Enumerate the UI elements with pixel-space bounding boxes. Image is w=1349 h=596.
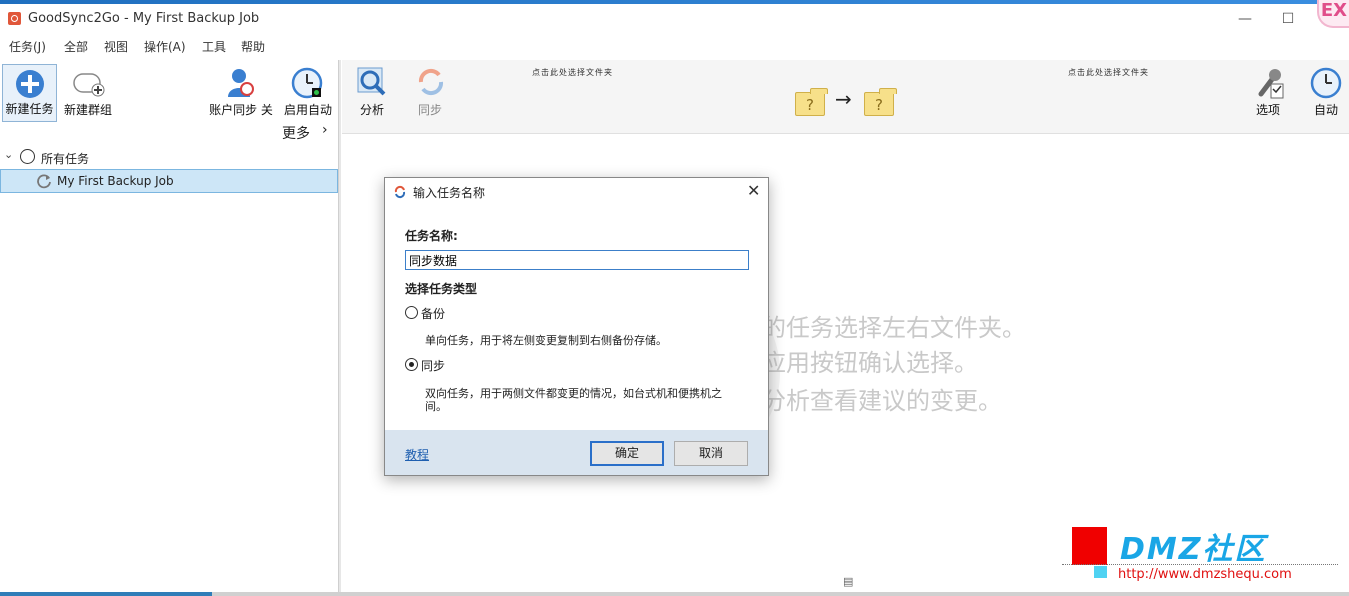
dialog-title: 输入任务名称 — [413, 186, 486, 200]
new-group-icon — [73, 73, 105, 97]
sync-description-line-1: 双向任务，用于两侧文件都变更的情况，如台式机和便携机之 — [425, 387, 722, 400]
left-folder-icon[interactable]: ? — [795, 88, 828, 116]
menu-task[interactable]: 任务(J) — [9, 38, 46, 55]
new-job-label: 新建任务 — [5, 102, 54, 116]
log-panel-icon[interactable]: ▤ — [843, 575, 853, 588]
options-label: 选项 — [1255, 103, 1280, 117]
job-name-label: My First Backup Job — [57, 174, 174, 188]
analyze-button[interactable]: 分析 — [352, 64, 392, 122]
backup-radio-label[interactable]: 备份 — [421, 305, 445, 322]
cancel-button[interactable]: 取消 — [674, 441, 748, 466]
tree-all-jobs[interactable]: ⌄ 所有任务 — [0, 146, 338, 170]
plus-circle-icon — [16, 70, 44, 98]
all-jobs-label: 所有任务 — [41, 152, 90, 166]
maximize-button[interactable]: ☐ — [1278, 10, 1298, 28]
watermark-brand: DMZ社区 — [1120, 532, 1267, 567]
close-icon[interactable]: ✕ — [747, 181, 760, 200]
pane-splitter[interactable] — [338, 60, 341, 596]
task-name-label: 任务名称: — [405, 229, 458, 243]
sync-radio-label[interactable]: 同步 — [421, 357, 445, 374]
new-group-label: 新建群组 — [63, 103, 112, 117]
app-icon — [8, 12, 21, 25]
new-job-button[interactable]: 新建任务 — [2, 64, 57, 122]
auto-start-button[interactable]: 启用自动 — [280, 64, 336, 122]
task-name-input[interactable] — [405, 250, 749, 270]
backup-description: 单向任务，用于将左侧变更复制到右侧备份存储。 — [425, 334, 667, 347]
sync-button[interactable]: 同步 — [410, 64, 450, 122]
account-sync-label: 账户同步 关 — [209, 103, 273, 117]
right-folder-hint[interactable]: 点击此处选择文件夹 — [1068, 67, 1149, 78]
dialog-footer: 教程 确定 取消 — [385, 430, 768, 475]
clock-icon — [291, 67, 323, 99]
menu-view[interactable]: 视图 — [104, 38, 128, 55]
left-folder-hint[interactable]: 点击此处选择文件夹 — [532, 67, 613, 78]
right-folder-icon[interactable]: ? — [864, 88, 897, 116]
window-title: GoodSync2Go - My First Backup Job — [28, 11, 260, 26]
group-circle-icon — [20, 149, 35, 164]
job-tree: ⌄ 所有任务 My First Backup Job — [0, 142, 338, 592]
bg-hint-line-2: 应用按钮确认选择。 — [762, 349, 978, 377]
minimize-button[interactable]: — — [1235, 10, 1255, 28]
account-sync-button[interactable]: 账户同步 关 — [206, 64, 276, 122]
auto-clock-icon — [1310, 67, 1342, 99]
title-bar: GoodSync2Go - My First Backup Job — ☐ — [0, 4, 1349, 34]
tutorial-link[interactable]: 教程 — [405, 446, 429, 463]
auto-label: 自动 — [1313, 103, 1338, 117]
options-button[interactable]: 选项 — [1248, 64, 1288, 122]
backup-radio[interactable] — [405, 306, 418, 319]
new-group-button[interactable]: 新建群组 — [60, 64, 116, 122]
analyze-label: 分析 — [359, 103, 384, 117]
auto-start-label: 启用自动 — [283, 103, 332, 117]
ok-button[interactable]: 确定 — [590, 441, 664, 466]
arrow-right-icon: → — [835, 87, 852, 111]
task-type-label: 选择任务类型 — [405, 282, 478, 296]
watermark-url: http://www.dmzshequ.com — [1118, 567, 1292, 582]
dialog-title-bar: 输入任务名称 ✕ — [385, 178, 768, 206]
bg-hint-line-3: 分析查看建议的变更。 — [762, 387, 1002, 415]
chevron-right-icon[interactable]: › — [322, 122, 328, 138]
ex-badge: EX — [1317, 0, 1349, 28]
tree-job-row[interactable]: My First Backup Job — [0, 169, 338, 193]
sync-arrows-icon — [418, 68, 444, 96]
sync-description-line-2: 间。 — [425, 400, 447, 413]
bg-hint-line-1: 的任务选择左右文件夹。 — [762, 314, 1026, 342]
auto-button[interactable]: 自动 — [1306, 64, 1346, 122]
menu-help[interactable]: 帮助 — [241, 38, 265, 55]
taskbar-edge — [0, 592, 1349, 596]
analyze-icon — [357, 67, 386, 96]
user-sync-icon — [228, 69, 254, 97]
left-toolbar: 新建任务 新建群组 账户同步 关 启用自动 — [0, 60, 340, 122]
watermark-cyan-block — [1094, 566, 1107, 578]
menu-all[interactable]: 全部 — [64, 38, 88, 55]
watermark-red-block — [1072, 527, 1107, 565]
sync-label: 同步 — [417, 103, 442, 117]
more-link-row: 更多 › — [0, 122, 340, 142]
goodsync-logo-icon — [394, 185, 406, 199]
menu-action[interactable]: 操作(A) — [144, 38, 186, 55]
chevron-down-icon[interactable]: ⌄ — [4, 148, 13, 161]
menu-bar: 任务(J) 全部 视图 操作(A) 工具 帮助 — [0, 34, 1349, 58]
sync-radio[interactable] — [405, 358, 418, 371]
menu-tools[interactable]: 工具 — [202, 38, 226, 55]
new-job-dialog: 输入任务名称 ✕ 任务名称: 选择任务类型 备份 单向任务，用于将左侧变更复制到… — [384, 177, 769, 476]
sync-icon — [37, 174, 51, 189]
wrench-icon — [1258, 69, 1284, 99]
right-toolbar: 分析 同步 点击此处选择文件夹 ? → ? 点击此处选择文件夹 选项 自动 — [342, 60, 1349, 134]
more-button[interactable]: 更多 — [282, 123, 310, 143]
